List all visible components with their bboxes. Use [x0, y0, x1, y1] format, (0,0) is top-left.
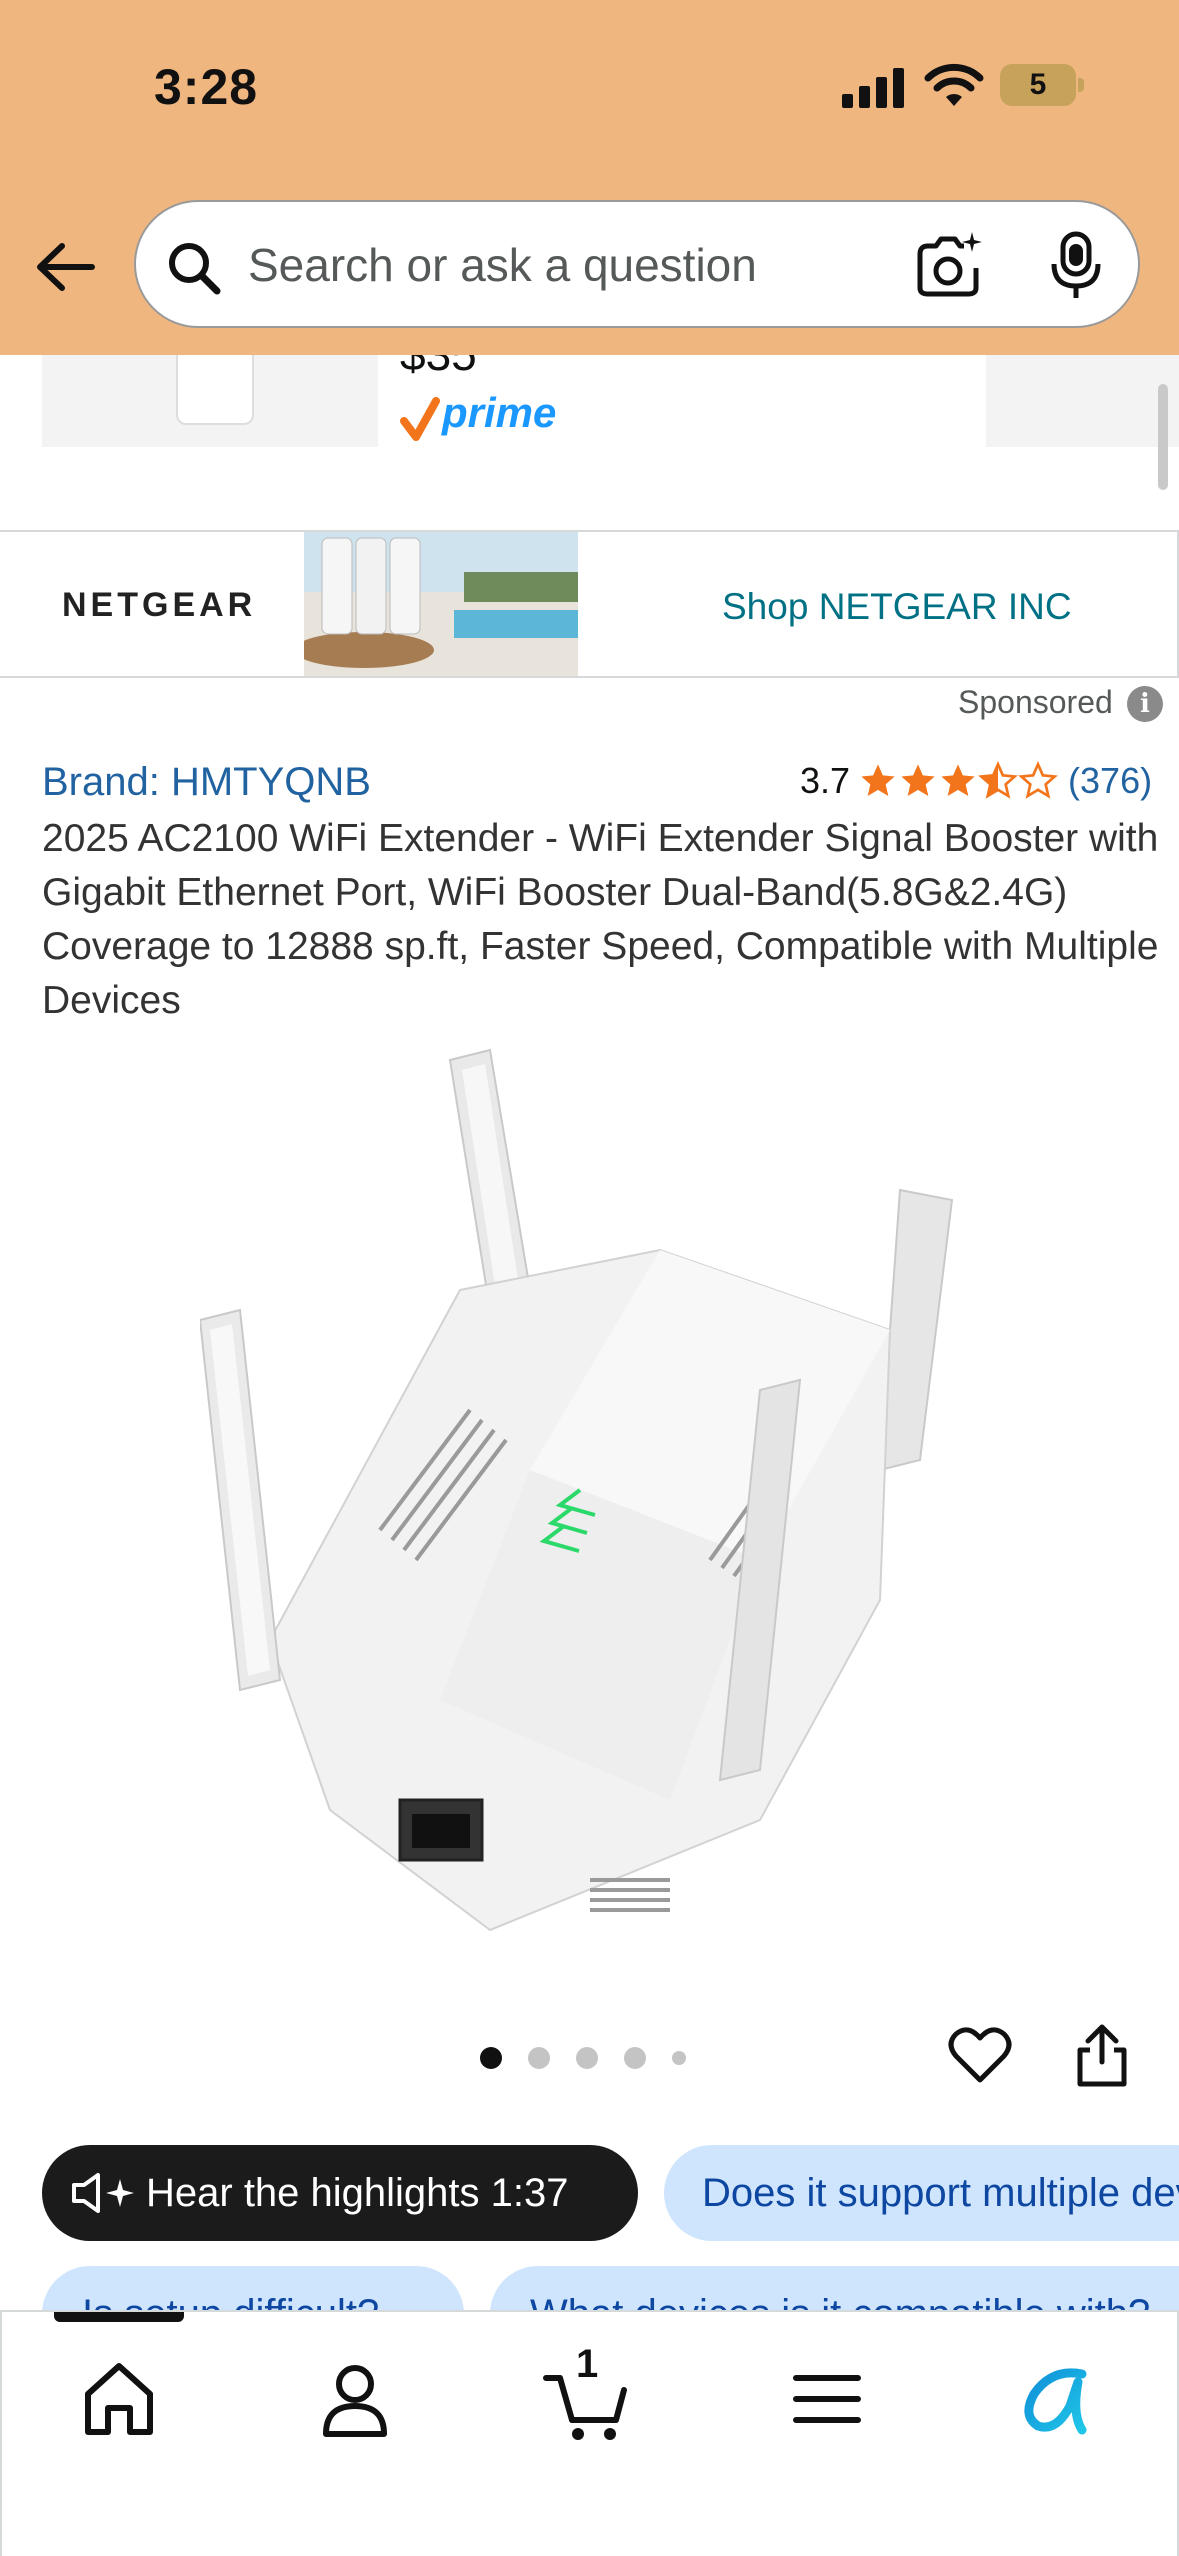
- related-product-thumbnail[interactable]: [42, 355, 378, 447]
- product-title: 2025 AC2100 WiFi Extender - WiFi Extende…: [42, 817, 1159, 1022]
- rufus-icon[interactable]: [1012, 2354, 1102, 2444]
- prime-check-icon: [400, 397, 440, 441]
- related-product-thumbnail[interactable]: [986, 355, 1179, 447]
- hear-highlights-button[interactable]: Hear the highlights 1:37: [42, 2145, 638, 2241]
- question-chip[interactable]: Does it support multiple devices?: [664, 2145, 1179, 2241]
- product-rating[interactable]: 3.7 (376): [800, 756, 1152, 806]
- star-full-icon: [941, 764, 975, 796]
- related-product-price: $35: [400, 355, 477, 381]
- star-half-icon: [978, 761, 1018, 799]
- camera-lens-icon[interactable]: [912, 230, 984, 302]
- pagination-dot[interactable]: [624, 2047, 646, 2069]
- pagination-dot[interactable]: [480, 2047, 502, 2069]
- product-image[interactable]: [200, 1040, 980, 1960]
- sponsored-brand-banner[interactable]: NETGEAR Shop NETGEAR INC: [0, 530, 1179, 678]
- speaker-sparkle-icon: [72, 2173, 134, 2213]
- share-icon[interactable]: [1072, 2022, 1132, 2088]
- active-tab-indicator: [54, 2312, 184, 2322]
- cellular-signal-icon: [842, 66, 904, 108]
- status-time: 3:28: [154, 59, 259, 115]
- sponsored-label: Sponsored: [958, 684, 1113, 720]
- brand-logo: NETGEAR: [62, 586, 257, 624]
- wifi-icon: [924, 63, 984, 106]
- hear-highlights-label: Hear the highlights 1:37: [146, 2171, 569, 2215]
- pagination-dot[interactable]: [576, 2047, 598, 2069]
- star-full-icon: [901, 764, 935, 796]
- heart-icon[interactable]: [948, 2024, 1012, 2088]
- brand-link[interactable]: Brand: HMTYQNB: [42, 760, 371, 805]
- rating-count-link[interactable]: (376): [1068, 760, 1152, 802]
- microphone-icon[interactable]: [1046, 230, 1106, 302]
- search-input[interactable]: [248, 238, 888, 292]
- pagination-dot[interactable]: [672, 2051, 686, 2065]
- star-empty-icon: [1018, 761, 1058, 799]
- app-header: 3:28 5: [0, 0, 1179, 355]
- account-icon[interactable]: [310, 2354, 400, 2444]
- bottom-tab-bar: 1: [0, 2310, 1179, 2556]
- search-icon: [169, 243, 221, 295]
- home-icon[interactable]: [74, 2354, 164, 2444]
- star-rating: [858, 761, 1058, 801]
- battery-tip: [1078, 78, 1084, 92]
- shop-brand-link[interactable]: Shop NETGEAR INC: [722, 586, 1072, 628]
- prime-label: prime: [442, 389, 557, 436]
- image-pagination[interactable]: [480, 2043, 712, 2073]
- cart-count-badge: 1: [576, 2342, 599, 2386]
- scrollbar[interactable]: [1158, 384, 1168, 490]
- banner-product-image: [304, 532, 578, 676]
- search-bar[interactable]: [134, 200, 1140, 328]
- info-icon[interactable]: i: [1127, 686, 1163, 722]
- battery-indicator: 5: [1000, 64, 1076, 106]
- cart-button[interactable]: 1: [542, 2342, 632, 2444]
- pagination-dot[interactable]: [528, 2047, 550, 2069]
- star-full-icon: [861, 764, 895, 796]
- rating-value: 3.7: [800, 760, 851, 801]
- menu-icon[interactable]: [782, 2354, 872, 2444]
- related-products-carousel: $35 prime: [0, 355, 1179, 505]
- back-arrow-icon[interactable]: [30, 232, 100, 302]
